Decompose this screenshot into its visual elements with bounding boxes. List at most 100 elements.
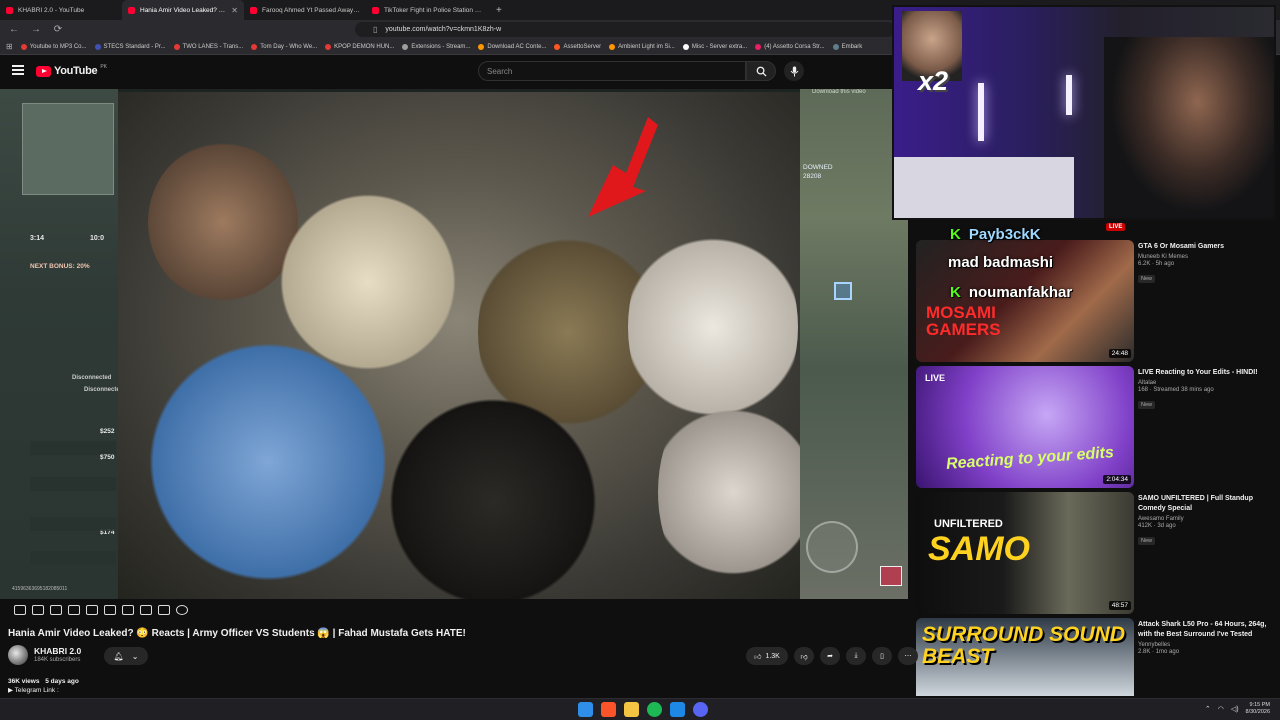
video-thumbnail[interactable]: UNFILTERED SAMO 48:57 [916,492,1134,614]
camera-icon[interactable] [158,605,170,615]
youtube-favicon-icon [128,6,135,14]
theater-icon[interactable] [104,605,116,615]
avatar[interactable] [8,645,28,665]
miniplayer-icon[interactable] [86,605,98,615]
taskbar-clock[interactable]: 9:15 PM 8/30/2026 [1246,702,1270,716]
new-tab-icon[interactable]: + [488,5,510,16]
dislike-button[interactable]: 👎︎ [794,647,814,665]
back-icon[interactable]: ← [8,24,20,35]
volume-icon[interactable]: ◁) [1231,705,1239,713]
video-thumbnail[interactable]: LIVE Reacting to your edits 2:04:34 [916,366,1134,488]
share-button[interactable]: ➦ [820,647,840,665]
recommendation-title[interactable]: SAMO UNFILTERED | Full Standup Comedy Sp… [1138,494,1278,514]
logo-text: YouTube [54,65,98,77]
subscriber-count: 184K subscribers [34,657,81,663]
browser-tab[interactable]: TikToker Fight in Police Station 😱 | [366,0,488,20]
player-controls [0,601,908,619]
download-icon: ⤓ [854,652,858,659]
hud-timer-2: 10:0 [90,235,105,242]
system-tray: ⌃ ◠ ◁) 9:15 PM 8/30/2026 [1205,702,1270,716]
hud-player-row [30,441,116,455]
channel-name[interactable]: Yennybelles [1138,642,1278,648]
close-icon[interactable]: ✕ [231,6,238,15]
favicon-icon [94,43,101,50]
recommendation-item[interactable]: LIVE Reacting to your edits 2:04:34 LIVE… [916,366,1276,488]
bookmark-item[interactable]: Download AC Conte... [478,43,546,50]
favicon-icon [609,43,616,50]
download-button[interactable]: ⤓ [846,647,866,665]
file-explorer-icon[interactable] [624,702,639,717]
hamburger-menu-icon[interactable] [12,65,24,75]
download-hint[interactable]: Download this video [812,89,866,95]
channel-name[interactable]: Awesamo Family [1138,516,1278,522]
brave-browser-icon[interactable] [601,702,616,717]
forward-icon[interactable]: → [30,24,42,35]
channel-row: KHABRI 2.0 184K subscribers 🔔︎ ⌄ 👍︎ 1.3K… [8,645,918,667]
bookmark-item[interactable]: TWO LANES - Trans... [173,43,243,50]
search-button[interactable] [746,61,776,81]
bookmark-item[interactable]: Tom Day - Who We... [251,43,317,50]
recommendation-info: Attack Shark L50 Pro - 64 Hours, 264g, w… [1138,620,1278,655]
search-input[interactable]: Search [478,61,746,81]
discord-icon[interactable] [693,702,708,717]
audio-icon[interactable] [32,605,44,615]
recommendation-title[interactable]: GTA 6 Or Mosami Gamers [1138,242,1278,252]
voice-search-button[interactable] [784,61,804,81]
bookmark-item[interactable]: Embark [832,43,862,50]
channel-name[interactable]: KHABRI 2.0 [34,646,81,656]
apps-grid-icon[interactable]: ⊞ [6,42,13,51]
tab-title: TikToker Fight in Police Station 😱 | [384,7,482,14]
description-box[interactable]: 36K views 5 days ago ▶ Telegram Link : [8,677,908,697]
bookmark-item[interactable]: Youtube to MP3 Co... [20,43,87,50]
wifi-icon[interactable]: ◠ [1218,705,1224,713]
more-button[interactable]: ⋯ [898,647,918,665]
youtube-logo[interactable]: YouTube PK [36,64,107,77]
bookmark-item[interactable]: Ambient Light im Si... [609,43,675,50]
person-shape [658,382,800,599]
store-icon[interactable] [670,702,685,717]
chevron-up-icon[interactable]: ⌃ [1205,705,1211,713]
loop-icon[interactable] [14,605,26,615]
hud-player-row [30,517,116,531]
clip-icon[interactable] [68,605,80,615]
notification-bell-button[interactable]: 🔔︎ ⌄ [104,647,148,665]
channel-name[interactable]: Altalae [1138,380,1278,386]
like-button[interactable]: 👍︎ 1.3K [746,647,788,665]
clock-date: 8/30/2026 [1245,709,1270,715]
browser-tab-active[interactable]: Hania Amir Video Leaked? 😳 Reacts ✕ [122,0,244,20]
bookmark-item[interactable]: (4) Assetto Corsa Str... [755,43,825,50]
browser-tab[interactable]: KHABRI 2.0 - YouTube [0,0,122,20]
chat-username: Payb3ckK [968,226,1041,243]
browser-tab[interactable]: Farooq Ahmed Yt Passed Away 💔 D [244,0,366,20]
chat-username: noumanfakhar [968,284,1073,301]
recommendation-info: SAMO UNFILTERED | Full Standup Comedy Sp… [1138,494,1278,547]
bookmark-item[interactable]: KPOP DEMON HUN... [325,43,394,50]
save-button[interactable]: ▯ [872,647,892,665]
screenshot-icon[interactable] [122,605,134,615]
channel-name[interactable]: Muneeb Ki Memes [1138,254,1278,260]
settings-gear-icon[interactable] [176,605,188,615]
bookmark-label: Ambient Light im Si... [618,43,675,50]
chat-username: mad badmashi [948,254,1054,271]
video-player[interactable]: 3:14 10:0 NEXT BONUS: 20% Disconnected D… [0,89,908,599]
recommendation-title[interactable]: Attack Shark L50 Pro - 64 Hours, 264g, w… [1138,620,1278,640]
subtitles-icon[interactable] [50,605,62,615]
bookmark-icon[interactable]: ▯ [373,25,377,34]
video-thumbnail[interactable]: SURROUND SOUND BEAST [916,618,1134,696]
bookmark-item[interactable]: STECS Standard - Pr... [94,43,166,50]
target-marker-icon [834,282,852,300]
recommendation-item[interactable]: SURROUND SOUND BEAST Attack Shark L50 Pr… [916,618,1276,696]
bookmark-item[interactable]: AssettoServer [554,43,601,50]
taskbar-apps [578,702,708,717]
recommendation-title[interactable]: LIVE Reacting to Your Edits - HINDI! [1138,368,1278,378]
reload-icon[interactable]: ⟳ [52,24,64,35]
split-icon[interactable] [140,605,152,615]
recommendation-info: GTA 6 Or Mosami Gamers Muneeb Ki Memes 6… [1138,242,1278,285]
bookmark-item[interactable]: Extensions - Stream... [402,43,470,50]
recommendation-item[interactable]: UNFILTERED SAMO 48:57 SAMO UNFILTERED | … [916,492,1276,614]
bookmark-label: STECS Standard - Pr... [103,43,166,50]
url-bar[interactable]: ▯ youtube.com/watch?v=ckmn1K8zh-w [355,22,895,37]
start-icon[interactable] [578,702,593,717]
bookmark-item[interactable]: Misc - Server extra... [682,43,747,50]
spotify-icon[interactable] [647,702,662,717]
